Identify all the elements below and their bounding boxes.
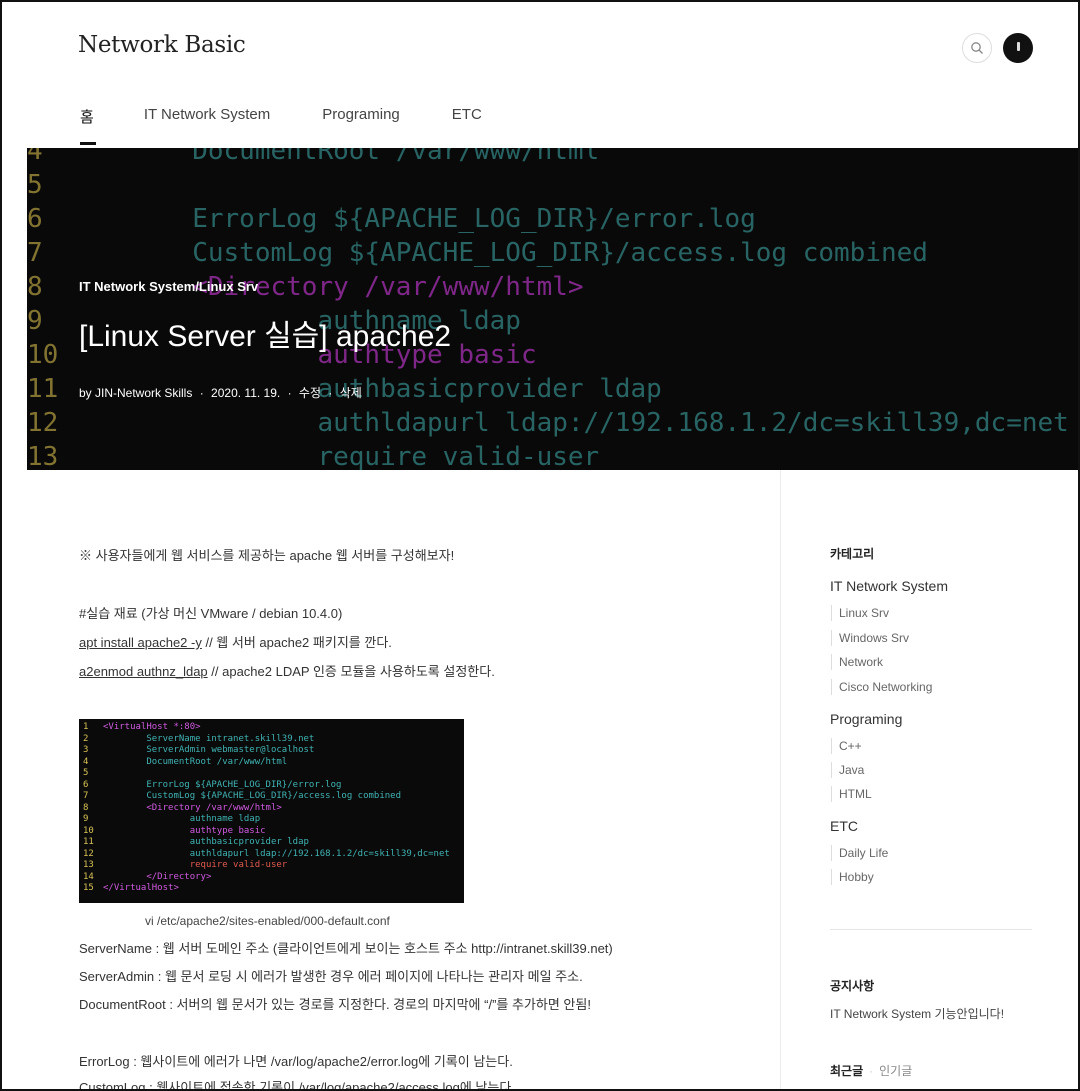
meta-separator: · — [328, 386, 333, 400]
code-text: require valid-user — [103, 860, 288, 870]
nav-home[interactable]: 홈 — [80, 106, 96, 146]
code-text: authtype basic — [103, 825, 266, 836]
code-text: CustomLog ${APACHE_LOG_DIR}/access.log c… — [103, 791, 402, 801]
config-code-line: 2 ServerName intranet.skill39.net — [83, 734, 464, 746]
post-title: [Linux Server 실습] apache2 — [79, 320, 452, 353]
code-text: ServerName intranet.skill39.net — [103, 733, 315, 744]
command-link-a2enmod[interactable]: a2enmod authnz_ldap — [79, 664, 208, 679]
line-number: 4 — [83, 756, 89, 767]
config-code-line: 4 DocumentRoot /var/www/html — [83, 757, 464, 769]
intro-text: ※ 사용자들에게 웹 서비스를 제공하는 apache 웹 서버를 구성해보자! — [79, 548, 455, 563]
line-number: 10 — [83, 825, 94, 836]
config-code-line: 9 authname ldap — [83, 814, 464, 826]
meta-separator: · — [199, 386, 204, 400]
config-code-line: 3 ServerAdmin webmaster@localhost — [83, 745, 464, 757]
desc-errorlog: ErrorLog : 웹사이트에 에러가 나면 /var/log/apache2… — [79, 1054, 513, 1069]
post-author: by JIN-Network Skills — [79, 386, 193, 400]
main-nav: 홈 IT Network System Programing ETC — [80, 106, 534, 146]
code-text: authbasicprovider ldap — [103, 837, 309, 847]
category-heading: 카테고리 — [830, 547, 875, 561]
category-etc[interactable]: ETC — [830, 818, 858, 834]
code-text: <VirtualHost *:80> — [103, 722, 201, 732]
subcategory-windows-srv[interactable]: Windows Srv — [831, 630, 909, 646]
line-number: 6 — [83, 779, 89, 790]
line-number: 9 — [83, 814, 89, 824]
search-icon — [971, 42, 983, 54]
config-code-line: 12 authldapurl ldap://192.168.1.2/dc=ski… — [83, 849, 464, 861]
code-text: </VirtualHost> — [103, 883, 179, 893]
post-meta: by JIN-Network Skills · 2020. 11. 19. · … — [79, 384, 366, 401]
material-text: #실습 재료 (가상 머신 VMware / debian 10.4.0) — [79, 606, 343, 621]
config-code-line: 7 CustomLog ${APACHE_LOG_DIR}/access.log… — [83, 791, 464, 803]
command-line-2: a2enmod authnz_ldap // apache2 LDAP 인증 모… — [79, 664, 495, 679]
config-code-line: 6 ErrorLog ${APACHE_LOG_DIR}/error.log — [83, 780, 464, 792]
subcategory-daily-life[interactable]: Daily Life — [831, 845, 888, 861]
subcategory-hobby[interactable]: Hobby — [831, 869, 874, 885]
line-number: 14 — [83, 871, 94, 882]
line-number: 8 — [83, 802, 89, 813]
line-number: 11 — [83, 837, 94, 847]
desc-servername: ServerName : 웹 서버 도메인 주소 (클라이언트에게 보이는 호스… — [79, 941, 613, 956]
nav-programing[interactable]: Programing — [322, 106, 400, 146]
line-number: 13 — [83, 860, 94, 870]
search-button[interactable] — [962, 33, 992, 63]
desc-documentroot: DocumentRoot : 서버의 웹 문서가 있는 경로를 지정한다. 경로… — [79, 997, 591, 1012]
code-text: DocumentRoot /var/www/html — [103, 756, 288, 767]
image-caption: vi /etc/apache2/sites-enabled/000-defaul… — [145, 914, 390, 928]
config-code-line: 10 authtype basic — [83, 826, 464, 838]
command-line-1: apt install apache2 -y // 웹 서버 apache2 패… — [79, 635, 392, 650]
nav-it-network-system[interactable]: IT Network System — [144, 106, 270, 146]
post-tabs: 최근글 · 인기글 — [830, 1064, 913, 1078]
command-link-apt-install[interactable]: apt install apache2 -y — [79, 635, 202, 650]
config-code-line: 8 <Directory /var/www/html> — [83, 803, 464, 815]
notice-item[interactable]: IT Network System 기능안입니다! — [830, 1005, 1004, 1022]
nav-etc[interactable]: ETC — [452, 106, 482, 146]
tab-recent[interactable]: 최근글 — [830, 1064, 863, 1078]
code-text: authname ldap — [103, 814, 261, 824]
browser-page: Network Basic 홈 IT Network System Progra… — [0, 0, 1080, 1091]
subcategory-html[interactable]: HTML — [831, 786, 872, 802]
code-text: ErrorLog ${APACHE_LOG_DIR}/error.log — [103, 779, 342, 790]
category-programing[interactable]: Programing — [830, 711, 902, 727]
notice-heading: 공지사항 — [830, 979, 875, 993]
config-code-line: 1 <VirtualHost *:80> — [83, 722, 464, 734]
tab-popular[interactable]: 인기글 — [879, 1064, 912, 1078]
line-number: 12 — [83, 848, 94, 859]
line-number: 3 — [83, 745, 89, 755]
code-text: authldapurl ldap://192.168.1.2/dc=skill3… — [103, 848, 450, 859]
site-title[interactable]: Network Basic — [78, 32, 246, 58]
line-number: 1 — [83, 722, 89, 732]
code-text: <Directory /var/www/html> — [103, 802, 282, 813]
sidebar-divider — [830, 929, 1032, 930]
config-screenshot: 1 <VirtualHost *:80> 2 ServerName intranet… — [79, 719, 464, 903]
post-category[interactable]: IT Network System/Linux Srv — [79, 279, 258, 294]
code-text: </Directory> — [103, 871, 212, 882]
subcategory-linux-srv[interactable]: Linux Srv — [831, 605, 889, 621]
line-number: 15 — [83, 883, 94, 893]
post-date: 2020. 11. 19. — [211, 386, 281, 400]
config-code-line: 13 require valid-user — [83, 860, 464, 872]
subcategory-network[interactable]: Network — [831, 654, 883, 670]
edit-link[interactable]: 수정 — [299, 386, 321, 400]
subcategory-java[interactable]: Java — [831, 762, 864, 778]
code-text: ServerAdmin webmaster@localhost — [103, 745, 315, 755]
config-code-line: 5 — [83, 768, 464, 780]
meta-separator: · — [287, 386, 292, 400]
config-code-line: 15 </VirtualHost> — [83, 883, 464, 895]
line-number: 5 — [83, 768, 89, 778]
desc-serveradmin: ServerAdmin : 웹 문서 로딩 시 에러가 발생한 경우 에러 페이… — [79, 969, 583, 984]
delete-link[interactable]: 삭제 — [340, 386, 362, 400]
category-it-network-system[interactable]: IT Network System — [830, 578, 948, 594]
config-code-line: 14 </Directory> — [83, 872, 464, 884]
config-code-line: 11 authbasicprovider ldap — [83, 837, 464, 849]
line-number: 2 — [83, 733, 89, 744]
content-divider — [780, 470, 781, 1089]
line-number: 7 — [83, 791, 89, 801]
subcategory-cpp[interactable]: C++ — [831, 738, 862, 754]
desc-customlog: CustomLog : 웹사이트에 접속한 기록이 /var/log/apach… — [79, 1080, 515, 1091]
subcategory-cisco-networking[interactable]: Cisco Networking — [831, 679, 932, 695]
profile-icon[interactable] — [1003, 33, 1033, 63]
post-hero: 4 DocumentRoot /var/www/html 5 6 ErrorLog … — [27, 148, 1078, 470]
